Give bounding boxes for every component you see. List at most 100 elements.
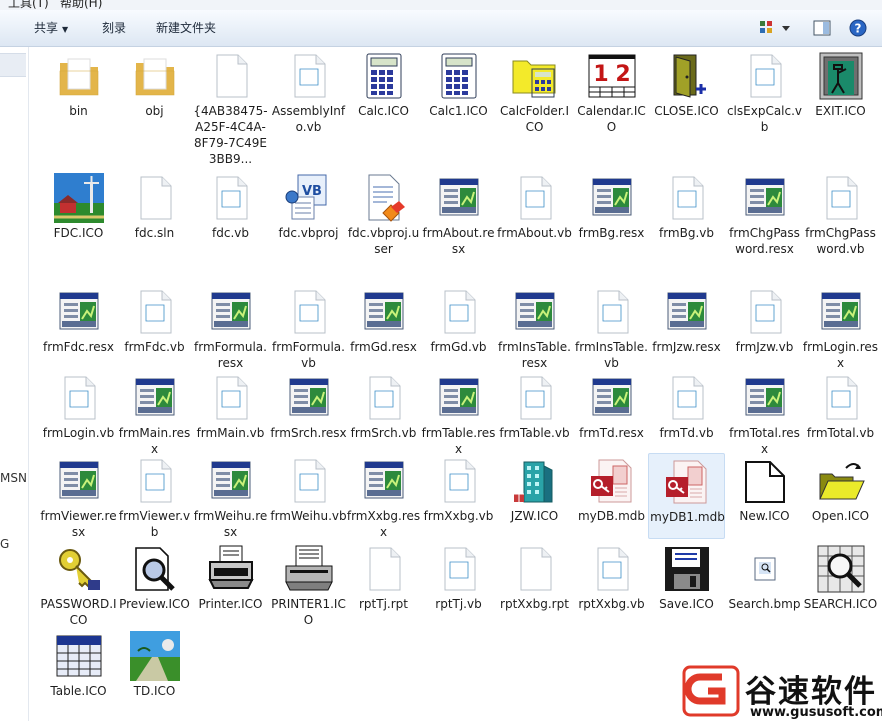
file-item[interactable]: frmGd.vb — [420, 284, 497, 370]
file-item[interactable]: PRINTER1.ICO — [270, 541, 347, 627]
file-item[interactable]: myDB1.mdb — [648, 453, 725, 539]
file-item[interactable]: frmSrch.vb — [345, 370, 422, 456]
file-item[interactable]: frmAbout.resx — [420, 170, 497, 256]
file-item[interactable]: fdc.vb — [192, 170, 269, 256]
file-name: frmLogin.resx — [802, 340, 879, 370]
file-item[interactable]: frmFormula.resx — [192, 284, 269, 370]
file-item[interactable]: frmChgPassword.vb — [802, 170, 879, 256]
file-item[interactable]: Table.ICO — [40, 628, 117, 714]
file-item[interactable]: frmFdc.vb — [116, 284, 193, 370]
file-item[interactable]: Calendar.ICO — [573, 48, 650, 134]
file-item[interactable]: frmSrch.resx — [270, 370, 347, 456]
file-item[interactable]: frmLogin.vb — [40, 370, 117, 456]
vbfile-icon — [54, 373, 104, 423]
file-item[interactable]: bin — [40, 48, 117, 134]
file-item[interactable]: fdc.vbproj — [270, 170, 347, 256]
file-name: frmTotal.vb — [806, 426, 875, 440]
file-item[interactable]: frmViewer.resx — [40, 453, 117, 539]
file-item[interactable]: frmAbout.vb — [496, 170, 573, 256]
vbfile-icon — [816, 173, 866, 223]
file-item[interactable]: Search.bmp — [726, 541, 803, 627]
mdb-icon — [587, 456, 637, 506]
resx-icon — [740, 373, 790, 423]
file-item[interactable]: frmInsTable.vb — [573, 284, 650, 370]
closedoor-icon — [662, 51, 712, 101]
mdb-icon — [662, 457, 712, 507]
calcfolder-icon — [510, 51, 560, 101]
navigation-pane[interactable]: MSN G — [0, 47, 29, 721]
file-item[interactable]: frmChgPassword.resx — [726, 170, 803, 256]
file-item[interactable]: CalcFolder.ICO — [496, 48, 573, 134]
vbfile-icon — [130, 287, 180, 337]
file-item[interactable]: frmFormula.vb — [270, 284, 347, 370]
file-item[interactable]: obj — [116, 48, 193, 134]
menu-tools[interactable]: 工具(T) — [8, 0, 49, 10]
file-item[interactable]: frmTotal.resx — [726, 370, 803, 456]
file-item[interactable]: frmJzw.vb — [726, 284, 803, 370]
share-button[interactable]: 共享 ▼ — [30, 10, 72, 46]
file-item[interactable]: frmTd.resx — [573, 370, 650, 456]
file-item[interactable]: frmFdc.resx — [40, 284, 117, 370]
file-item[interactable]: clsExpCalc.vb — [726, 48, 803, 134]
file-item[interactable]: CLOSE.ICO — [648, 48, 725, 134]
file-item[interactable]: EXIT.ICO — [802, 48, 879, 134]
resx-icon — [662, 287, 712, 337]
view-options-icon[interactable] — [758, 19, 792, 37]
file-item[interactable]: frmTable.vb — [496, 370, 573, 456]
file-item[interactable]: frmInsTable.resx — [496, 284, 573, 370]
file-item[interactable]: rptXxbg.rpt — [496, 541, 573, 627]
file-item[interactable]: Printer.ICO — [192, 541, 269, 627]
nav-item-fragment[interactable]: G — [0, 537, 9, 551]
file-item[interactable]: frmLogin.resx — [802, 284, 879, 370]
file-item[interactable]: fdc.sln — [116, 170, 193, 256]
resx-icon — [587, 373, 637, 423]
file-item[interactable]: SEARCH.ICO — [802, 541, 879, 627]
file-item[interactable]: frmWeihu.vb — [270, 453, 347, 539]
file-item[interactable]: frmJzw.resx — [648, 284, 725, 370]
menu-help[interactable]: 帮助(H) — [60, 0, 102, 10]
file-item[interactable]: PASSWORD.ICO — [40, 541, 117, 627]
file-item[interactable]: frmBg.resx — [573, 170, 650, 256]
file-item[interactable]: Calc1.ICO — [420, 48, 497, 134]
file-item[interactable]: {4AB38475-A25F-4C4A-8F79-7C49E3BB9... — [192, 48, 269, 166]
file-item[interactable]: frmWeihu.resx — [192, 453, 269, 539]
file-item[interactable]: myDB.mdb — [573, 453, 650, 539]
nav-selected-item[interactable] — [0, 53, 26, 77]
preview-pane-icon[interactable] — [812, 19, 832, 37]
file-item[interactable]: frmViewer.vb — [116, 453, 193, 539]
file-item[interactable]: frmMain.vb — [192, 370, 269, 456]
file-item[interactable]: rptXxbg.vb — [573, 541, 650, 627]
file-item[interactable]: frmMain.resx — [116, 370, 193, 456]
help-icon[interactable]: ? — [848, 19, 868, 37]
file-item[interactable]: TD.ICO — [116, 628, 193, 714]
file-item[interactable]: frmGd.resx — [345, 284, 422, 370]
file-item[interactable]: FDC.ICO — [40, 170, 117, 256]
blank-icon — [130, 173, 180, 223]
file-name: frmWeihu.vb — [270, 509, 347, 523]
file-item[interactable]: frmTd.vb — [648, 370, 725, 456]
file-item[interactable]: JZW.ICO — [496, 453, 573, 539]
vbuser-icon — [359, 173, 409, 223]
burn-button[interactable]: 刻录 — [98, 10, 130, 46]
file-item[interactable]: Calc.ICO — [345, 48, 422, 134]
file-item[interactable]: Preview.ICO — [116, 541, 193, 627]
file-item[interactable]: frmTable.resx — [420, 370, 497, 456]
file-name: frmInsTable.vb — [575, 340, 648, 370]
file-item[interactable]: Save.ICO — [648, 541, 725, 627]
file-item[interactable]: AssemblyInfo.vb — [270, 48, 347, 134]
nav-item-fragment[interactable]: MSN — [0, 471, 27, 485]
file-name: JZW.ICO — [510, 509, 559, 523]
file-item[interactable]: frmXxbg.vb — [420, 453, 497, 539]
file-item[interactable]: fdc.vbproj.user — [345, 170, 422, 256]
file-item[interactable]: Open.ICO — [802, 453, 879, 539]
file-item[interactable]: rptTj.rpt — [345, 541, 422, 627]
file-item[interactable]: frmXxbg.resx — [345, 453, 422, 539]
file-item[interactable]: frmBg.vb — [648, 170, 725, 256]
file-item[interactable]: frmTotal.vb — [802, 370, 879, 456]
file-name: frmChgPassword.vb — [805, 226, 876, 256]
menu-bar: 工具(T) 帮助(H) — [0, 0, 882, 10]
new-folder-button[interactable]: 新建文件夹 — [152, 10, 220, 46]
file-name: myDB1.mdb — [650, 510, 725, 524]
file-item[interactable]: rptTj.vb — [420, 541, 497, 627]
file-item[interactable]: New.ICO — [726, 453, 803, 539]
